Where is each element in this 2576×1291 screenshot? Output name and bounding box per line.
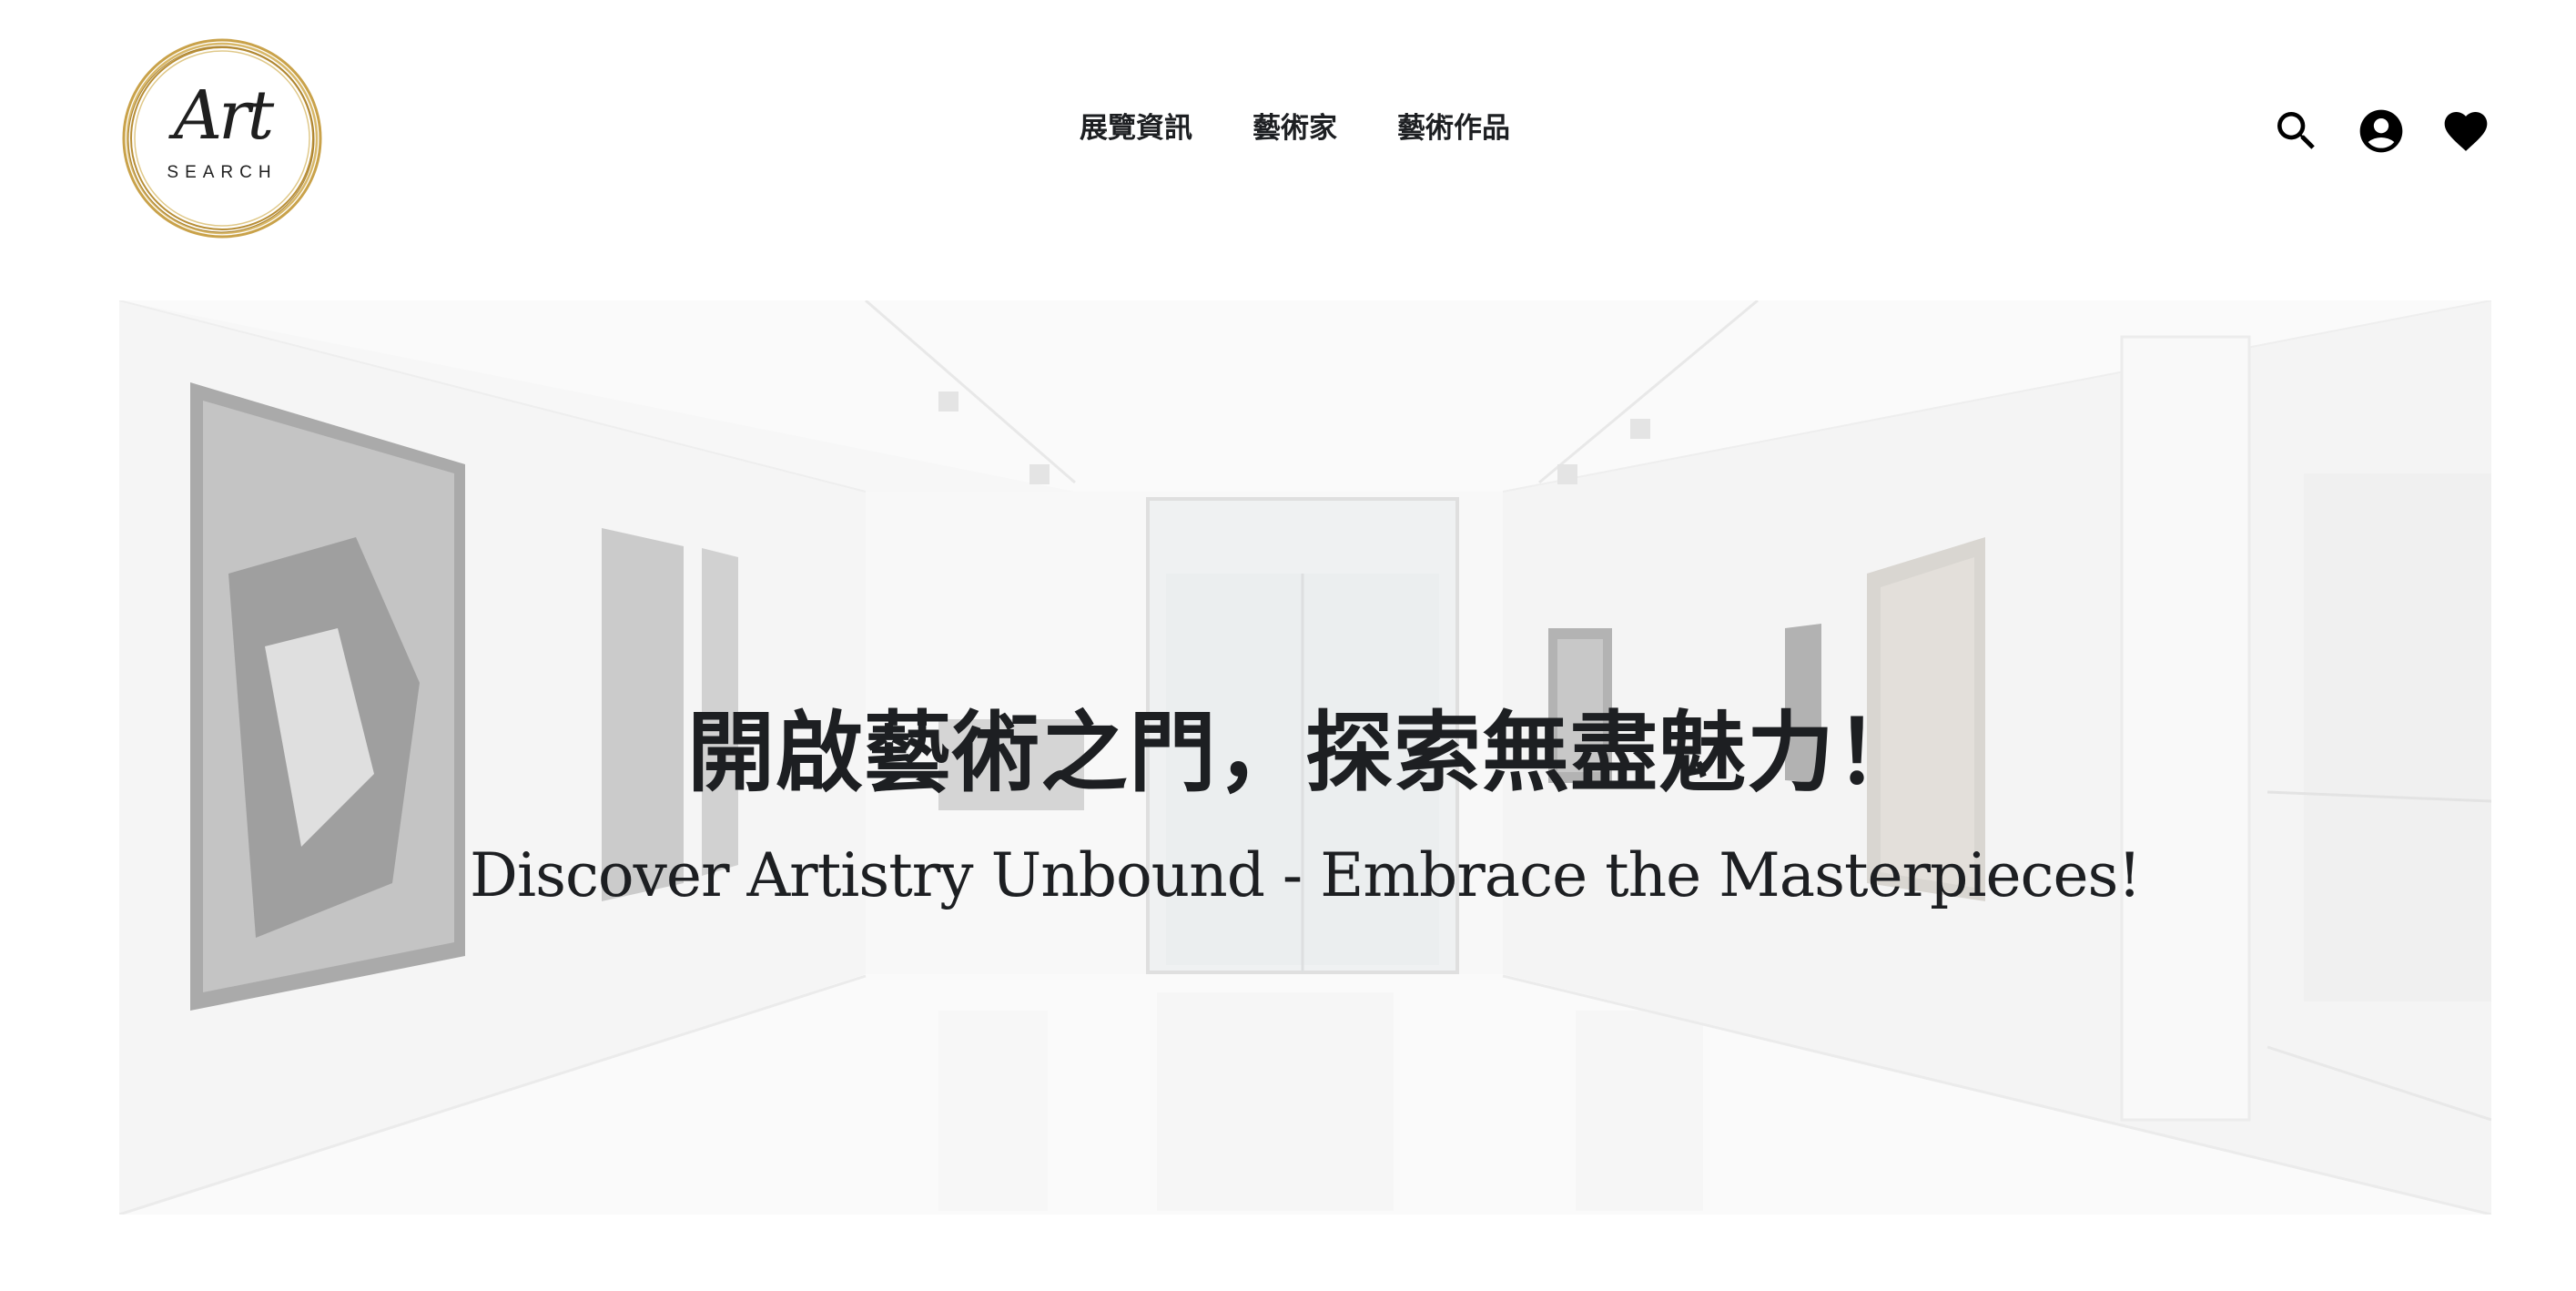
header-icons bbox=[2271, 106, 2491, 157]
favorites-heart-icon[interactable] bbox=[2440, 106, 2491, 157]
nav-item-exhibitions[interactable]: 展覽資訊 bbox=[1080, 115, 1192, 143]
main-nav: 展覽資訊 藝術家 藝術作品 bbox=[1080, 115, 1510, 143]
hero-subtitle: Discover Artistry Unbound - Embrace the … bbox=[470, 840, 2142, 910]
hero-banner: 開啟藝術之門，探索無盡魅力！ Discover Artistry Unbound… bbox=[119, 300, 2491, 1215]
account-icon[interactable] bbox=[2356, 106, 2407, 157]
site-header: Art SEARCH 展覽資訊 藝術家 藝術作品 bbox=[0, 0, 2576, 273]
logo-script-text: Art bbox=[173, 76, 275, 155]
page: Art SEARCH 展覽資訊 藝術家 藝術作品 開啟藝術之門，探索無盡魅力！ … bbox=[0, 0, 2576, 1291]
nav-item-artworks[interactable]: 藝術作品 bbox=[1397, 115, 1510, 143]
search-icon[interactable] bbox=[2271, 106, 2322, 157]
logo-sub-text: SEARCH bbox=[167, 163, 278, 182]
nav-item-artists[interactable]: 藝術家 bbox=[1253, 115, 1337, 143]
site-logo[interactable]: Art SEARCH bbox=[118, 35, 326, 242]
hero-title: 開啟藝術之門，探索無盡魅力！ bbox=[687, 701, 1923, 805]
